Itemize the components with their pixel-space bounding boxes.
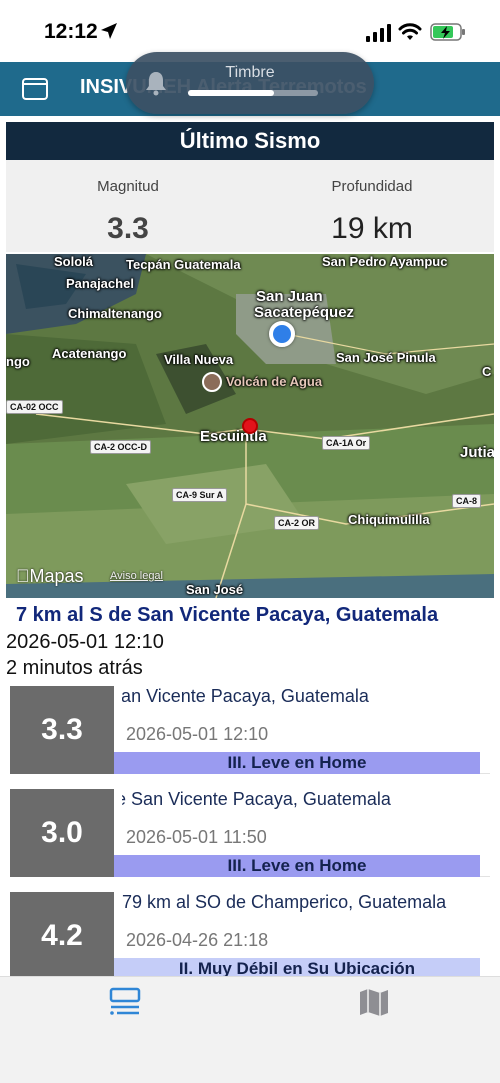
map-label-escuintla: Escuintla <box>200 428 267 445</box>
map-label-volcan: Volcán de Agua <box>226 374 323 389</box>
depth-label: Profundidad <box>331 178 413 195</box>
map-label-tecpan: Tecpán Guatemala <box>126 257 241 272</box>
quake-intensity: III. Leve en Home <box>114 855 480 877</box>
map-label-solola: Sololá <box>54 254 94 269</box>
depth-value: 19 km <box>331 212 413 245</box>
map-label-panajachel: Panajachel <box>66 276 134 291</box>
maps-attribution: Mapas <box>16 566 84 587</box>
road-badge: CA-2 OR <box>274 516 320 530</box>
location-arrow-icon <box>101 23 117 39</box>
cellular-signal-icon <box>366 24 391 42</box>
road-badge: CA-02 OCC <box>6 400 63 414</box>
magnitude-label: Magnitud <box>97 178 159 195</box>
quake-location-ticker: 2 km al OSO de San Vicente Pacaya, Guate… <box>122 789 490 810</box>
maps-attribution-text: Mapas <box>16 566 84 586</box>
ringer-volume-overlay: Timbre <box>126 52 374 114</box>
ringer-label: Timbre <box>225 64 275 81</box>
legal-link[interactable]: Aviso legal <box>110 570 163 582</box>
quake-datetime: 2026-05-01 12:10 <box>126 724 269 744</box>
quake-epicenter-marker[interactable] <box>242 418 258 434</box>
quake-location: 2 km al OSO de San Vicente Pacaya, Guate… <box>122 789 391 809</box>
map-label-jutia: Jutia <box>460 444 494 461</box>
quake-datetime: 2026-05-01 11:50 <box>126 827 267 847</box>
sidebar-toggle-icon[interactable] <box>22 78 48 100</box>
last-quake-datetime: 2026-05-01 12:10 <box>6 631 164 653</box>
list-icon[interactable] <box>108 987 142 1017</box>
road-badge: CA-1A Or <box>322 436 371 450</box>
quake-location-ticker: 7 km al S de San Vicente Pacaya, Guatema… <box>122 686 490 707</box>
quake-magnitude: 3.0 <box>10 789 114 877</box>
quake-location-ticker: 79 km al SO de Champerico, Guatemala <box>122 892 490 913</box>
map-label-sacatepequez: Sacatepéquez <box>254 304 355 321</box>
map-label-san-juan: San Juan <box>256 288 323 305</box>
quake-location: 7 km al S de San Vicente Pacaya, Guatema… <box>122 686 369 706</box>
user-location-dot <box>269 321 295 347</box>
quake-datetime: 2026-04-26 21:18 <box>126 930 269 950</box>
status-time: 12:12 <box>44 20 98 43</box>
ringer-volume-fill <box>188 90 274 96</box>
magnitude-value: 3.3 <box>107 212 149 245</box>
last-quake-stats: Magnitud 3.3 Profundidad 19 km <box>6 160 494 252</box>
road-badge: CA-2 OCC-D <box>90 440 151 454</box>
battery-charging-icon <box>430 23 465 41</box>
quake-intensity: II. Muy Débil en Su Ubicación <box>114 958 480 976</box>
last-quake-ago: 2 minutos atrás <box>6 657 143 679</box>
map-label-ngo: ngo <box>6 354 30 369</box>
ringer-volume-bar <box>188 90 318 96</box>
quake-list[interactable]: 3.3 7 km al S de San Vicente Pacaya, Gua… <box>0 682 500 976</box>
map-label-edge: C <box>482 364 492 379</box>
quake-magnitude: 4.2 <box>10 892 114 976</box>
map-label-villa-nueva: Villa Nueva <box>164 352 234 367</box>
quake-magnitude: 3.3 <box>10 686 114 774</box>
road-badge: CA-8 <box>452 494 482 508</box>
quake-location: 79 km al SO de Champerico, Guatemala <box>122 892 447 912</box>
quake-list-item[interactable]: 4.2 79 km al SO de Champerico, Guatemala… <box>10 888 490 976</box>
map-label-san-pedro: San Pedro Ayampuc <box>322 254 448 269</box>
map-label-chiquimulilla: Chiquimulilla <box>348 512 430 527</box>
map-label-san-jose-pinula: San José Pinula <box>336 350 436 365</box>
map-label-san-jose: San José <box>186 582 244 597</box>
quake-map[interactable]: Sololá Tecpán Guatemala San Pedro Ayampu… <box>6 254 494 598</box>
quake-list-item[interactable]: 3.0 2 km al OSO de San Vicente Pacaya, G… <box>10 785 490 877</box>
road-badge: CA-9 Sur A <box>172 488 228 502</box>
map-label-chimaltenango: Chimaltenango <box>68 306 162 321</box>
bottom-tab-bar <box>0 976 500 1083</box>
map-label-acatenango: Acatenango <box>52 346 127 361</box>
quake-list-item[interactable]: 3.3 7 km al S de San Vicente Pacaya, Gua… <box>10 682 490 774</box>
last-quake-location: 7 km al S de San Vicente Pacaya, Guatema… <box>16 604 439 626</box>
last-quake-header: Último Sismo <box>6 122 494 160</box>
quake-intensity: III. Leve en Home <box>114 752 480 774</box>
volcano-icon <box>202 372 222 392</box>
map-icon[interactable] <box>357 987 391 1017</box>
wifi-icon <box>398 23 422 40</box>
